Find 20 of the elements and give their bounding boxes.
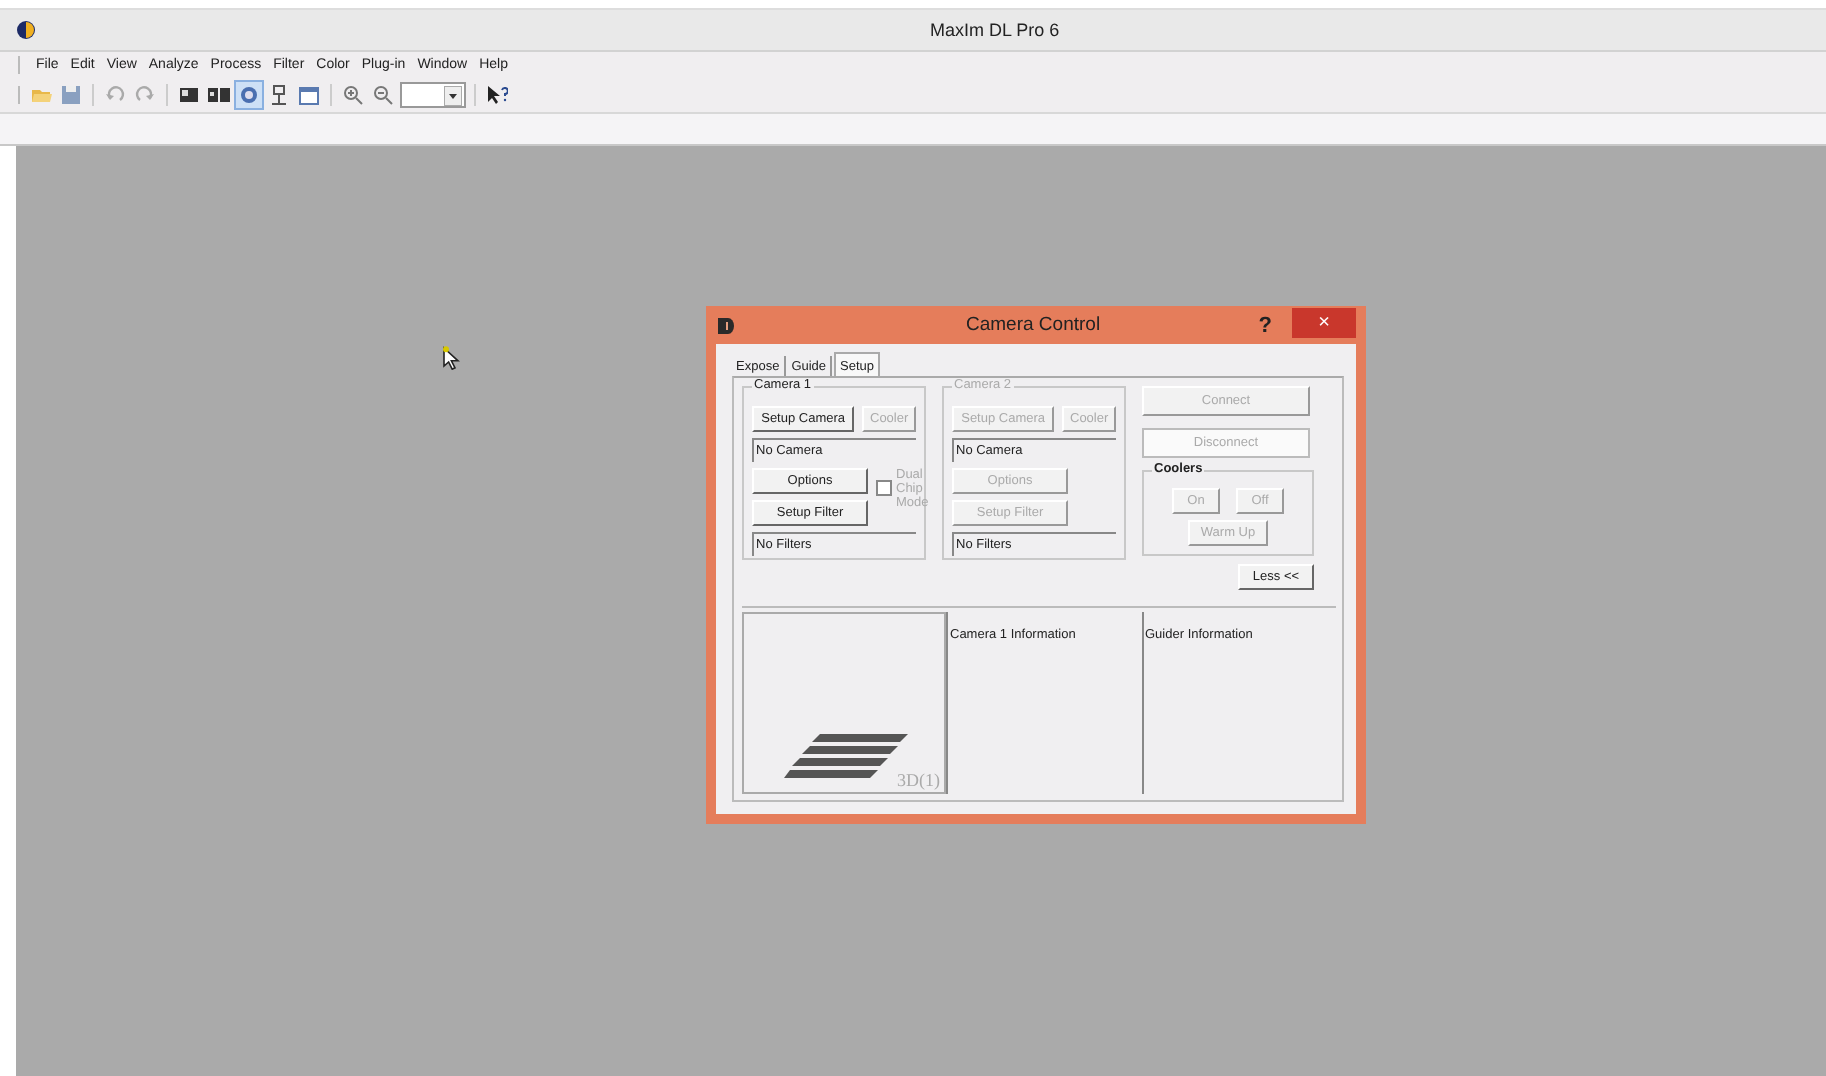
zoom-dropdown[interactable] [400,82,466,108]
save-icon[interactable] [60,84,82,106]
dialog-title: Camera Control [966,314,1101,336]
zoom-out-icon[interactable] [372,84,394,106]
app-icon [716,315,734,335]
camera-icon[interactable] [238,84,260,106]
help-cursor-icon[interactable] [486,84,508,106]
help-button[interactable]: ? [1258,313,1272,337]
monitor-icon[interactable] [208,84,230,106]
monitor-icon[interactable] [178,84,200,106]
preview-label: 3D(1) [897,770,940,790]
redo-icon[interactable] [134,84,156,106]
undo-icon[interactable] [104,84,126,106]
cursor-icon [442,346,460,370]
window-title: MaxIm DL Pro 6 [930,20,1062,40]
dropdown-arrow-icon [444,85,462,105]
zoom-in-icon[interactable] [342,84,364,106]
close-button[interactable]: × [1292,307,1356,337]
app-logo-icon [16,20,36,40]
window-icon[interactable] [298,84,320,106]
